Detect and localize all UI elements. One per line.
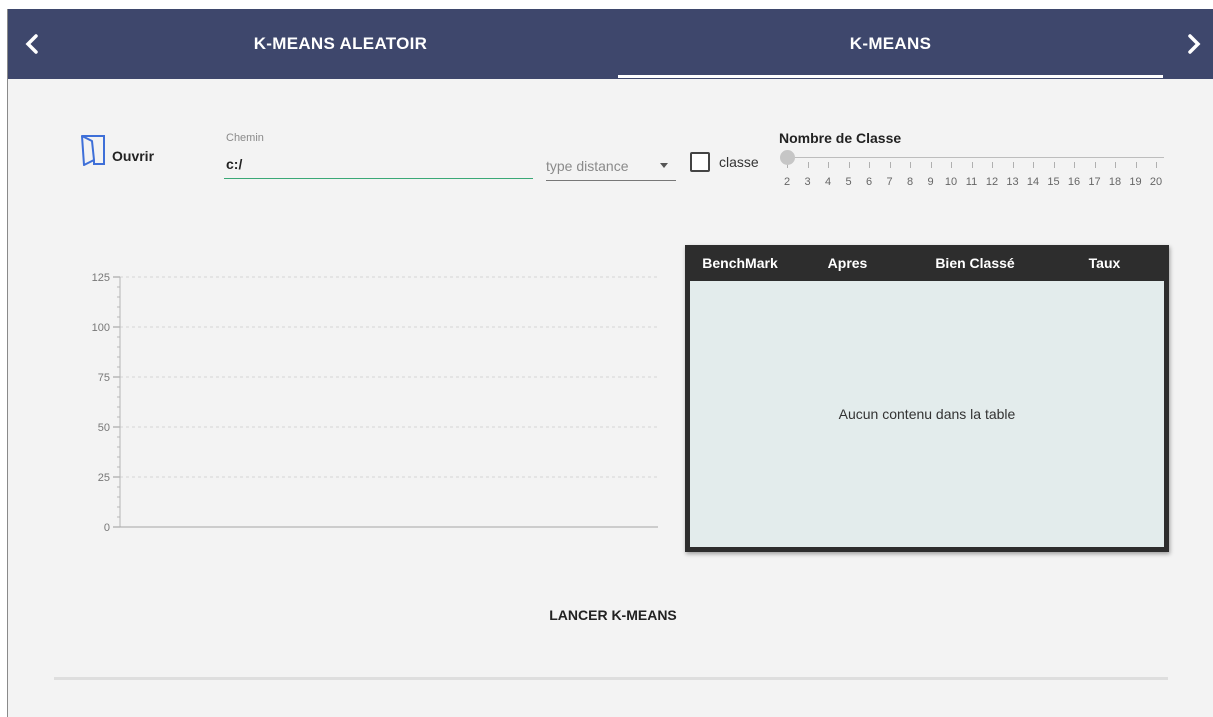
y-tick-label: 100 — [92, 322, 110, 334]
slider-tick — [951, 162, 952, 168]
class-checkbox[interactable]: classe — [690, 152, 759, 172]
slider-tick — [971, 162, 973, 168]
slider-tick — [807, 162, 809, 168]
folder-open-icon — [81, 135, 105, 166]
path-field: Chemin — [224, 131, 533, 181]
column-header-benchmark[interactable]: BenchMark — [690, 255, 790, 271]
run-kmeans-button[interactable]: LANCER K-MEANS — [508, 597, 718, 633]
distance-type-select[interactable]: type distance — [546, 151, 676, 181]
slider-tick-label: 7 — [886, 176, 893, 188]
chevron-right-icon[interactable] — [1176, 9, 1212, 79]
slider-tick-label: 4 — [824, 176, 832, 188]
slider-tick — [1094, 162, 1096, 168]
slider-ticks: 2 3 4 5 6 7 8 9 10 11 12 13 14 15 16 17 18 19 20 — [783, 149, 1162, 194]
table-body: Aucun contenu dans la table — [690, 281, 1164, 547]
slider-tick-label: 9 — [927, 176, 934, 188]
y-tick-label: 50 — [98, 422, 110, 434]
slider-tick — [1115, 162, 1116, 168]
results-table: BenchMark Apres Bien Classé Taux Aucun c… — [685, 245, 1169, 552]
y-tick-label: 0 — [104, 522, 110, 534]
slider-tick — [992, 162, 993, 168]
y-tick-label: 25 — [98, 472, 110, 484]
slider-tick-label: 6 — [865, 176, 873, 188]
slider-tick — [1135, 162, 1137, 168]
distance-type-placeholder: type distance — [546, 157, 629, 174]
slider-tick-label: 13 — [1006, 176, 1019, 188]
slider-tick-label: 15 — [1047, 176, 1060, 188]
dropdown-caret-icon — [660, 163, 668, 168]
slider-tick — [889, 162, 891, 168]
slider-tick — [1074, 162, 1075, 168]
column-header-taux[interactable]: Taux — [1045, 255, 1164, 271]
y-tick-label: 75 — [98, 372, 110, 384]
app-window: K-MEANS ALEATOIR K-MEANS Ouvrir Chemin t… — [7, 9, 1213, 717]
y-tick-label: 125 — [92, 272, 110, 284]
open-button[interactable]: Ouvrir — [80, 134, 154, 168]
slider-tick — [1156, 162, 1157, 168]
slider-tick — [910, 162, 911, 168]
slider-tick-label: 12 — [985, 176, 999, 188]
slider-tick — [848, 162, 850, 168]
slider-tick — [1053, 162, 1055, 168]
slider-tick-label: 8 — [906, 176, 914, 188]
slider-tick-label: 19 — [1129, 176, 1142, 188]
column-header-apres[interactable]: Apres — [790, 255, 905, 271]
slider-tick — [869, 162, 870, 168]
class-count-slider-title: Nombre de Classe — [779, 130, 902, 146]
open-button-label: Ouvrir — [112, 148, 155, 164]
slider-tick-label: 5 — [845, 176, 852, 188]
column-header-bien-classe[interactable]: Bien Classé — [905, 255, 1045, 271]
active-tab-indicator — [618, 75, 1163, 78]
checkbox-box[interactable] — [690, 152, 710, 172]
slider-tick-label: 3 — [804, 176, 811, 188]
slider-tick — [828, 162, 829, 168]
scatter-chart: 0 25 50 75 100 125 — [92, 272, 658, 534]
divider — [54, 677, 1168, 680]
path-field-label: Chemin — [226, 132, 264, 144]
slider-thumb[interactable] — [780, 150, 795, 165]
slider-tick-label: 11 — [965, 176, 978, 188]
slider-tick-label: 20 — [1149, 176, 1163, 188]
slider-tick-label: 10 — [944, 176, 958, 188]
slider-tick-label: 18 — [1108, 176, 1122, 188]
slider-tick — [930, 162, 932, 168]
class-checkbox-label: classe — [719, 154, 759, 170]
slider-tick-label: 14 — [1026, 176, 1040, 188]
slider-tick-label: 16 — [1067, 176, 1081, 188]
slider-tick — [1012, 162, 1014, 168]
tab-kmeans-aleatoir[interactable]: K-MEANS ALEATOIR — [68, 9, 613, 79]
class-count-slider[interactable]: 2 3 4 5 6 7 8 9 10 11 12 13 14 15 16 17 18 19 20 — [779, 149, 1164, 194]
tab-bar: K-MEANS ALEATOIR K-MEANS — [8, 9, 1213, 79]
table-empty-message: Aucun contenu dans la table — [838, 406, 1016, 422]
slider-tick — [1033, 162, 1034, 168]
slider-tick-label: 17 — [1088, 176, 1101, 188]
path-input[interactable] — [224, 149, 533, 179]
tab-kmeans[interactable]: K-MEANS — [618, 9, 1163, 79]
table-header: BenchMark Apres Bien Classé Taux — [690, 245, 1164, 281]
slider-tick-label: 2 — [783, 176, 791, 188]
chevron-left-icon[interactable] — [14, 9, 50, 79]
